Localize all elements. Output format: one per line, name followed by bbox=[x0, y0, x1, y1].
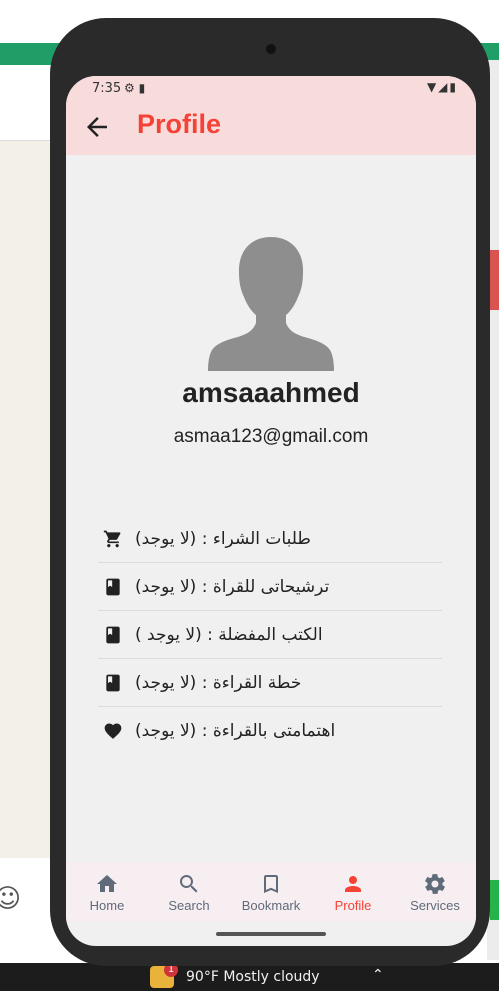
list-item-label: اهتمامتى بالقراءة : (لا يوجد) bbox=[135, 720, 336, 741]
nav-item-bookmark[interactable]: Bookmark bbox=[230, 862, 312, 922]
status-signal-icons: ▼◢▮ bbox=[426, 80, 458, 94]
back-arrow-icon[interactable] bbox=[82, 112, 112, 142]
list-item-reading-plan[interactable]: خطة القراءة : (لا يوجد) bbox=[98, 659, 442, 707]
nav-label: Home bbox=[89, 898, 125, 913]
nav-item-search[interactable]: Search bbox=[148, 862, 230, 922]
status-notification-icons: ⚙ ▮ bbox=[124, 81, 146, 95]
username: amsaaahmed bbox=[182, 377, 360, 408]
book-icon bbox=[106, 578, 120, 595]
list-item-label: طلبات الشراء : (لا يوجد) bbox=[135, 528, 311, 549]
chevron-up-icon[interactable]: ⌃ bbox=[372, 967, 384, 983]
bookmark-icon bbox=[264, 875, 278, 893]
nav-label: Profile bbox=[334, 898, 372, 913]
search-icon bbox=[180, 875, 198, 893]
avatar-placeholder-icon[interactable] bbox=[196, 231, 346, 371]
camera-icon bbox=[266, 44, 276, 54]
list-item-reading-interests[interactable]: اهتمامتى بالقراءة : (لا يوجد) bbox=[98, 707, 442, 754]
list-item-recommendations[interactable]: ترشيحاتى للقراة : (لا يوجد) bbox=[98, 563, 442, 611]
taskbar: 1 90°F Mostly cloudy ⌃ bbox=[0, 963, 499, 991]
nav-item-profile[interactable]: Profile bbox=[312, 862, 394, 922]
bottom-navigation: Home Search Bookmark Profile Services bbox=[66, 862, 476, 922]
weather-text[interactable]: 90°F Mostly cloudy bbox=[186, 969, 320, 985]
cart-icon bbox=[103, 530, 121, 547]
status-time: 7:35 bbox=[92, 81, 122, 96]
emoji-icon: ☺ bbox=[0, 884, 22, 914]
nav-label: Services bbox=[410, 898, 460, 913]
list-item-label: ترشيحاتى للقراة : (لا يوجد) bbox=[135, 576, 330, 597]
status-bar: 7:35 ⚙ ▮ ▼◢▮ bbox=[66, 76, 476, 102]
background-accent-green bbox=[490, 880, 499, 920]
profile-content: amsaaahmed asmaa123@gmail.com طلبات الشر… bbox=[66, 155, 476, 862]
list-item-label: الكتب المفضلة : (لا يوجد ) bbox=[135, 624, 323, 645]
page-title: Profile bbox=[137, 109, 222, 139]
user-email: asmaa123@gmail.com bbox=[173, 426, 369, 447]
profile-options-list: طلبات الشراء : (لا يوجد) ترشيحاتى للقراة… bbox=[98, 515, 442, 754]
heart-icon bbox=[104, 723, 122, 739]
nav-item-home[interactable]: Home bbox=[66, 862, 148, 922]
background-accent-red bbox=[490, 250, 499, 310]
phone-screen: 7:35 ⚙ ▮ ▼◢▮ Profile amsaaahmed asmaa123… bbox=[66, 76, 476, 946]
nav-label: Search bbox=[168, 898, 210, 913]
list-item-favorite-books[interactable]: الكتب المفضلة : (لا يوجد ) bbox=[98, 611, 442, 659]
app-bar: Profile bbox=[66, 102, 476, 155]
gear-icon bbox=[425, 874, 445, 894]
book-icon bbox=[106, 674, 120, 691]
list-item-label: خطة القراءة : (لا يوجد) bbox=[135, 672, 302, 693]
home-icon bbox=[97, 875, 117, 892]
home-gesture-bar[interactable] bbox=[216, 932, 326, 936]
nav-item-services[interactable]: Services bbox=[394, 862, 476, 922]
book-icon bbox=[106, 626, 120, 643]
list-item-purchase-orders[interactable]: طلبات الشراء : (لا يوجد) bbox=[98, 515, 442, 563]
person-icon bbox=[345, 876, 361, 892]
nav-label: Bookmark bbox=[241, 898, 301, 913]
